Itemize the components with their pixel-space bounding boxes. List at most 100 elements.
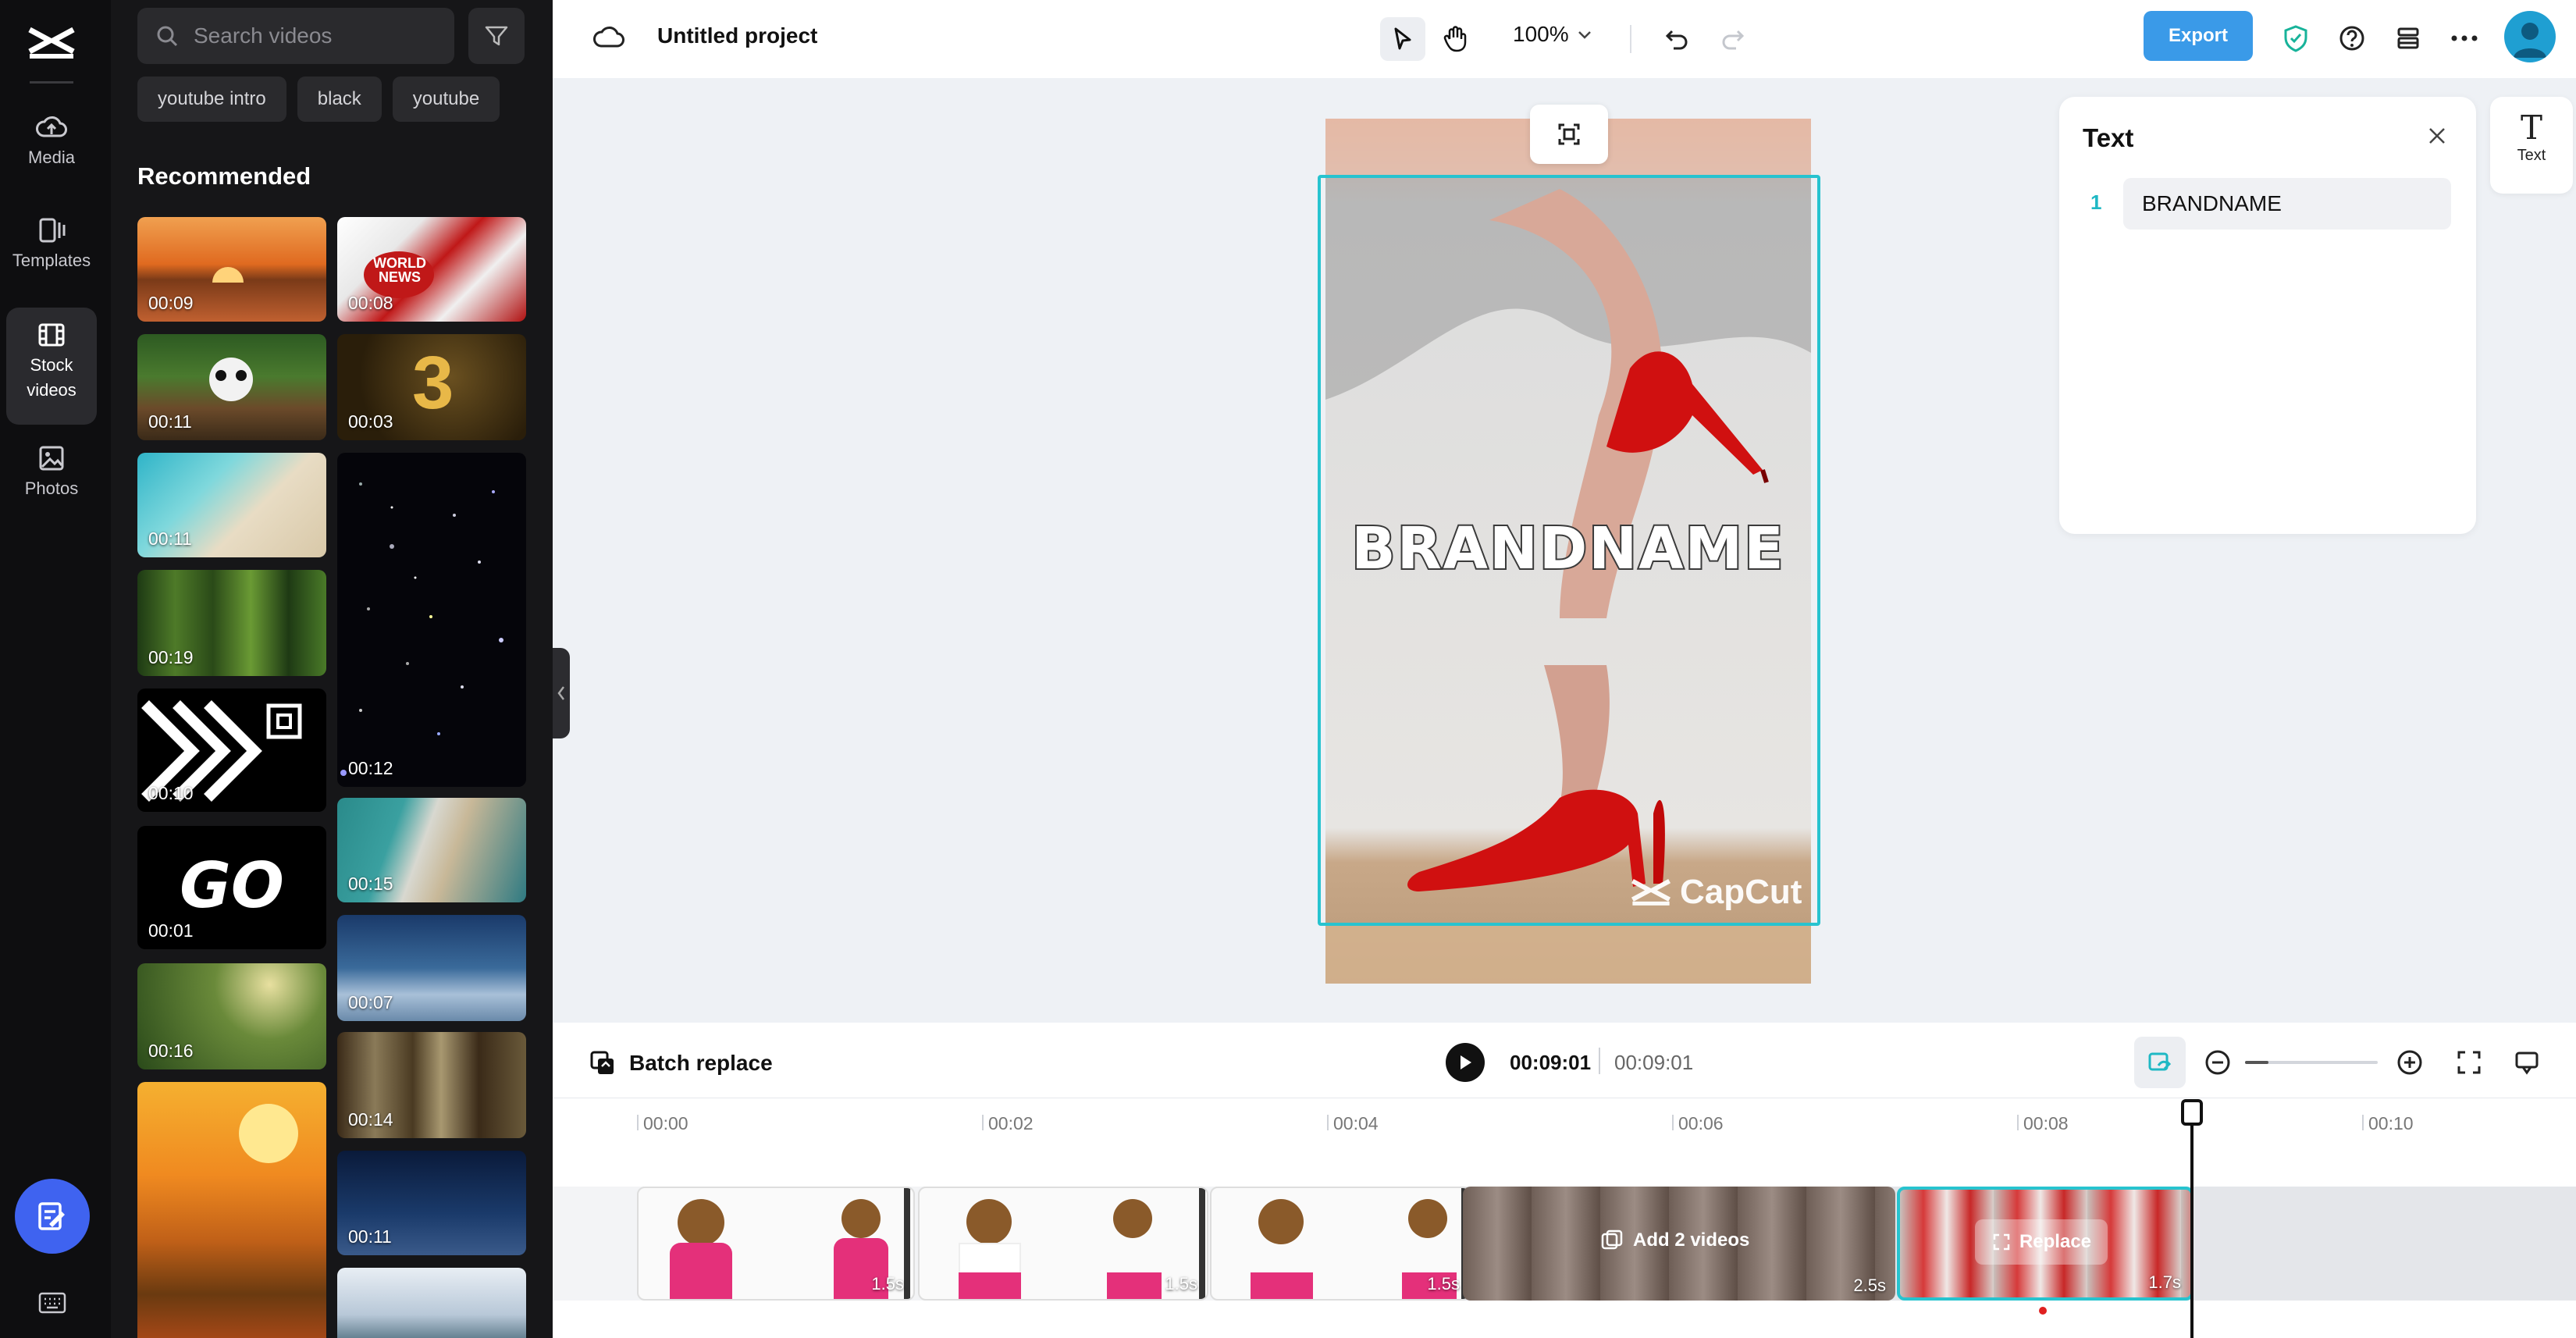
rail-item-stock-videos[interactable]: Stock videos xyxy=(6,308,97,425)
project-title[interactable]: Untitled project xyxy=(657,23,817,48)
capcut-logo-icon xyxy=(1631,879,1671,906)
help-button[interactable] xyxy=(2332,19,2371,58)
play-button[interactable] xyxy=(1446,1043,1485,1082)
zoom-out-button[interactable] xyxy=(2198,1043,2237,1082)
shield-button[interactable] xyxy=(2276,19,2315,58)
link-icon xyxy=(2148,1052,2172,1071)
video-thumbnail[interactable]: 3 00:03 xyxy=(337,334,526,440)
rail-item-templates[interactable]: Templates xyxy=(6,217,97,283)
video-duration: 00:14 xyxy=(348,1109,393,1130)
hand-icon xyxy=(1443,26,1467,52)
video-thumbnail[interactable]: GO 00:01 xyxy=(137,826,326,949)
ruler-label: 00:06 xyxy=(1678,1113,1724,1133)
playhead[interactable] xyxy=(2190,1101,2194,1338)
playhead-handle[interactable] xyxy=(2181,1099,2203,1126)
close-icon[interactable] xyxy=(2426,125,2448,147)
edit-assistant-button[interactable] xyxy=(15,1179,90,1254)
more-button[interactable] xyxy=(2445,19,2484,58)
keyboard-icon[interactable] xyxy=(37,1291,67,1315)
select-tool-button[interactable] xyxy=(1380,17,1425,61)
overlay-text[interactable]: BRANDNAME xyxy=(1325,514,1811,584)
timeline-clip[interactable]: 1.5s xyxy=(637,1187,915,1301)
video-thumbnail[interactable]: 00:07 xyxy=(337,915,526,1021)
stock-videos-panel: youtube intro black youtube Recommended … xyxy=(111,0,553,1338)
redo-button[interactable] xyxy=(1713,19,1752,58)
text-entry-field[interactable]: BRANDNAME xyxy=(2123,178,2451,230)
ruler-tick xyxy=(1327,1115,1329,1130)
video-thumbnail[interactable]: 00:19 xyxy=(137,570,326,676)
video-thumbnail[interactable]: WORLD NEWS 00:08 xyxy=(337,217,526,322)
tag-chip[interactable]: black xyxy=(297,77,382,122)
video-thumbnail[interactable]: 00:16 xyxy=(137,963,326,1069)
plus-circle-icon xyxy=(2397,1050,2422,1075)
layers-button[interactable] xyxy=(2389,19,2428,58)
rail-item-photos[interactable]: Photos xyxy=(6,445,97,511)
cloud-upload-icon xyxy=(36,116,67,137)
capcut-watermark: CapCut xyxy=(1630,873,1802,912)
more-dots-icon xyxy=(2451,35,2478,41)
tag-chip[interactable]: youtube intro xyxy=(137,77,286,122)
image-icon xyxy=(39,446,64,471)
chevron-down-icon[interactable] xyxy=(1577,30,1592,41)
batch-replace-button[interactable]: Batch replace xyxy=(589,1049,773,1077)
recommended-heading: Recommended xyxy=(137,162,311,190)
add-videos-text: Add 2 videos xyxy=(1633,1229,1750,1251)
help-icon xyxy=(2339,26,2364,51)
video-duration: 00:16 xyxy=(148,1041,194,1061)
video-thumbnail[interactable]: 00:11 xyxy=(137,334,326,440)
capcut-logo-icon[interactable] xyxy=(27,23,76,62)
avatar[interactable] xyxy=(2504,11,2556,62)
video-thumbnail[interactable]: 00:09 xyxy=(137,217,326,322)
timeline-clip[interactable]: 1.5s xyxy=(918,1187,1208,1301)
filter-button[interactable] xyxy=(468,8,525,64)
time-separator xyxy=(1599,1048,1600,1074)
redo-icon xyxy=(1722,30,1745,50)
panel-collapse-handle[interactable] xyxy=(553,648,570,738)
left-rail: Media Templates Stock videos Photos xyxy=(0,0,111,1338)
feedback-button[interactable] xyxy=(2507,1043,2546,1082)
ruler-label: 00:00 xyxy=(643,1113,688,1133)
replace-icon xyxy=(1993,1233,2010,1251)
zoom-in-button[interactable] xyxy=(2390,1043,2429,1082)
ruler-tick xyxy=(1672,1115,1674,1130)
cloud-save-button[interactable] xyxy=(592,20,626,55)
text-tab[interactable]: T Text xyxy=(2490,97,2573,194)
chevron-left-icon xyxy=(557,686,564,700)
ruler-label: 00:10 xyxy=(2368,1113,2414,1133)
tag-list: youtube intro black youtube xyxy=(137,77,500,122)
minus-circle-icon xyxy=(2205,1050,2230,1075)
search-box[interactable] xyxy=(137,8,537,64)
fullscreen-button[interactable] xyxy=(2450,1043,2489,1082)
clip-length: 2.5s xyxy=(1853,1276,1886,1295)
video-duration: 00:10 xyxy=(148,783,194,803)
video-duration: 00:11 xyxy=(348,1226,392,1247)
tag-chip[interactable]: youtube xyxy=(392,77,500,122)
rail-divider xyxy=(30,81,73,84)
video-thumbnail[interactable]: 00:10 xyxy=(137,689,326,812)
video-thumbnail[interactable]: 00:12 xyxy=(337,453,526,787)
batch-replace-label: Batch replace xyxy=(629,1051,773,1075)
total-time: 00:09:01 xyxy=(1614,1051,1694,1074)
timeline-clip-group[interactable]: Add 2 videos 2.5s xyxy=(1463,1187,1895,1301)
text-tab-label: Text xyxy=(2517,147,2546,164)
link-clips-button[interactable] xyxy=(2134,1037,2186,1088)
hand-tool-button[interactable] xyxy=(1433,17,1478,61)
zoom-level[interactable]: 100% xyxy=(1513,22,1569,47)
video-thumbnail[interactable]: 00:15 xyxy=(337,798,526,902)
video-thumbnail[interactable]: 00:14 xyxy=(337,1032,526,1138)
rail-item-media[interactable]: Media xyxy=(6,114,97,180)
replace-button[interactable]: Replace xyxy=(1975,1219,2108,1265)
video-thumbnail[interactable] xyxy=(137,1082,326,1338)
video-thumbnail[interactable]: 00:11 xyxy=(137,453,326,557)
shield-check-icon xyxy=(2284,25,2307,52)
timeline-clip[interactable]: 1.5s xyxy=(1210,1187,1471,1301)
add-videos-label[interactable]: Add 2 videos xyxy=(1600,1229,1749,1252)
stack-icon xyxy=(2397,27,2419,49)
frame-fit-button[interactable] xyxy=(1530,105,1608,164)
undo-button[interactable] xyxy=(1658,19,1697,58)
video-thumbnail[interactable] xyxy=(337,1268,526,1338)
video-thumbnail[interactable]: 00:11 xyxy=(337,1151,526,1255)
top-bar: Untitled project 100% Export xyxy=(553,0,2576,78)
templates-icon xyxy=(39,218,66,243)
export-button[interactable]: Export xyxy=(2144,11,2253,61)
